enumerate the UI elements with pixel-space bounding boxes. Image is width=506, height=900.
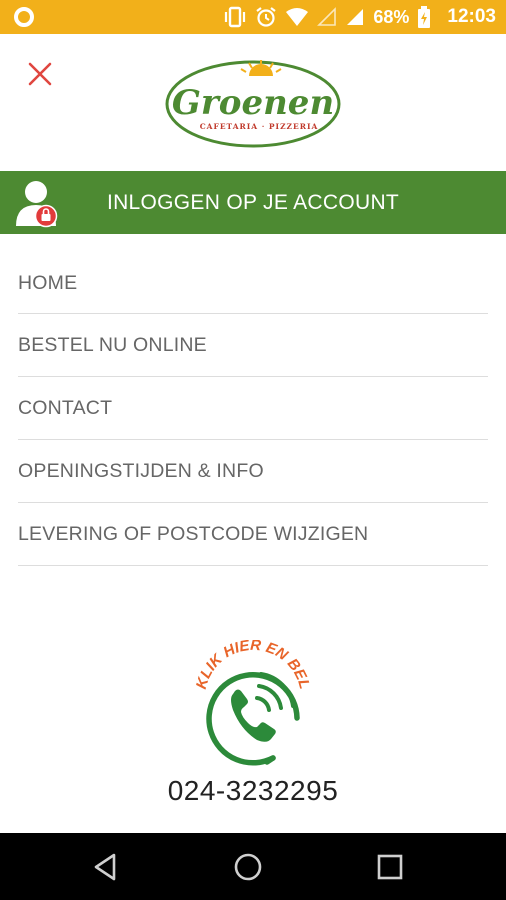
main-menu: HOME BESTEL NU ONLINE CONTACT OPENINGSTI…	[18, 252, 488, 566]
menu-item-opening-hours[interactable]: OPENINGSTIJDEN & INFO	[18, 440, 488, 503]
battery-percent: 68%	[373, 6, 410, 27]
logo-tagline: CAFETARIA · PIZZERIA	[200, 122, 319, 131]
notification-dot-icon	[14, 7, 34, 27]
call-button[interactable]: KLIK HIER EN BEL	[193, 640, 313, 770]
alarm-icon	[256, 7, 277, 27]
logo[interactable]: Groenen CAFETARIA · PIZZERIA	[163, 54, 343, 150]
logo-brand: Groenen	[172, 83, 334, 123]
menu-item-label: BESTEL NU ONLINE	[18, 334, 207, 356]
recents-icon[interactable]	[374, 851, 406, 883]
phone-call-icon	[206, 672, 300, 766]
status-icons: 68% 12:03	[223, 0, 496, 34]
signal-empty-icon	[317, 7, 337, 26]
phone-number[interactable]: 024-3232295	[0, 775, 506, 807]
call-caption: KLIK HIER EN BEL	[193, 640, 313, 691]
battery-charging-icon	[418, 6, 431, 28]
wifi-icon	[286, 8, 309, 26]
menu-item-contact[interactable]: CONTACT	[18, 377, 488, 440]
clock: 12:03	[447, 6, 496, 27]
menu-item-change-delivery[interactable]: LEVERING OF POSTCODE WIJZIGEN	[18, 503, 488, 566]
menu-item-label: HOME	[18, 272, 78, 294]
menu-item-home[interactable]: HOME	[18, 252, 488, 314]
login-account-label: INLOGGEN OP JE ACCOUNT	[106, 191, 400, 214]
menu-item-label: OPENINGSTIJDEN & INFO	[18, 460, 264, 482]
menu-item-label: CONTACT	[18, 397, 113, 419]
signal-icon	[347, 9, 364, 25]
home-icon[interactable]	[232, 851, 264, 883]
app-header: Groenen CAFETARIA · PIZZERIA	[0, 34, 506, 171]
back-icon[interactable]	[90, 851, 122, 883]
android-nav-bar	[0, 833, 506, 900]
menu-item-label: LEVERING OF POSTCODE WIJZIGEN	[18, 523, 369, 545]
call-block: KLIK HIER EN BEL 024-3232295	[0, 640, 506, 820]
status-bar: 68% 12:03	[0, 0, 506, 34]
vibrate-icon	[225, 6, 246, 28]
close-icon[interactable]	[26, 60, 54, 88]
login-account-button[interactable]: INLOGGEN OP JE ACCOUNT	[0, 171, 506, 234]
menu-item-order-online[interactable]: BESTEL NU ONLINE	[18, 314, 488, 377]
